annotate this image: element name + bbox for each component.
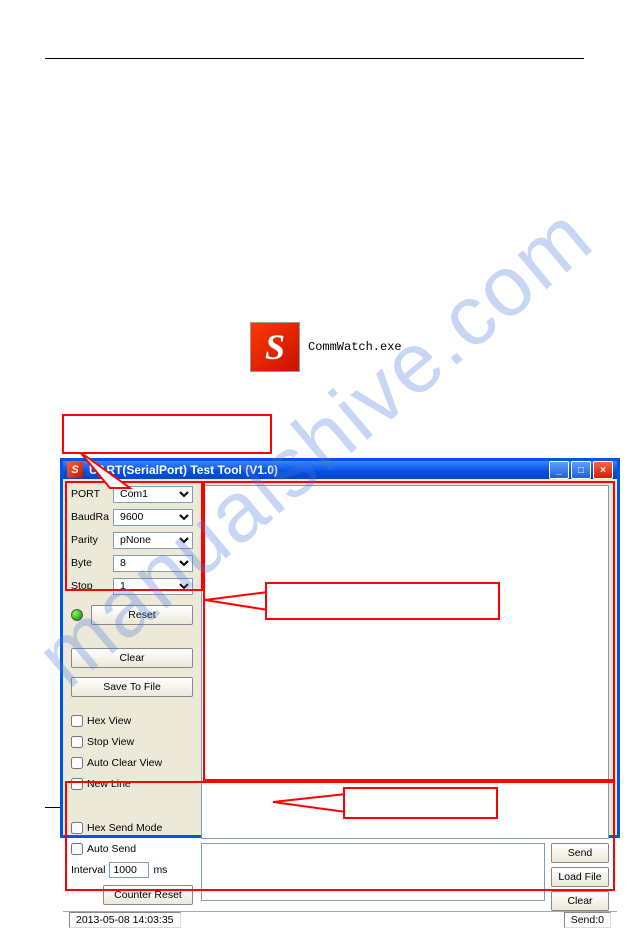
stop-view-check[interactable]: Stop View [71,734,193,750]
byte-label: Byte [71,557,113,569]
auto-clear-checkbox[interactable] [71,757,83,769]
output-textarea[interactable] [201,485,609,839]
auto-clear-label: Auto Clear View [87,757,162,769]
interval-label: Interval [71,864,105,876]
counter-reset-button[interactable]: Counter Reset [103,885,193,905]
new-line-checkbox[interactable] [71,778,83,790]
stop-row: Stop 1 [71,577,193,595]
auto-send-label: Auto Send [87,843,136,855]
stop-view-label: Stop View [87,736,134,748]
byte-row: Byte 8 [71,554,193,572]
load-file-button[interactable]: Load File [551,867,609,887]
main-panel: Send Load File Clear [201,479,617,911]
minimize-button[interactable]: _ [549,461,569,479]
parity-row: Parity pNone [71,531,193,549]
stop-select[interactable]: 1 [113,578,193,595]
exe-filename: CommWatch.exe [308,340,402,354]
hex-view-checkbox[interactable] [71,715,83,727]
auto-send-check[interactable]: Auto Send [71,841,193,857]
side-buttons: Send Load File Clear [551,843,609,911]
statusbar: 2013-05-08 14:03:35 Send:0 [63,911,617,928]
titlebar[interactable]: S UART(SerialPort) Test Tool (V1.0) _ □ … [63,461,617,479]
status-row: Reset [71,605,193,625]
interval-row: Interval ms [71,862,193,878]
hex-view-check[interactable]: Hex View [71,713,193,729]
baud-select[interactable]: 9600 [113,509,193,526]
hex-view-label: Hex View [87,715,131,727]
new-line-label: New Line [87,778,131,790]
commwatch-exe-icon[interactable]: S [250,322,300,372]
callout-box-1 [62,414,272,454]
port-label: PORT [71,488,113,500]
clear-input-button[interactable]: Clear [551,891,609,911]
hex-send-checkbox[interactable] [71,822,83,834]
window-body: PORT Com1 BaudRa 9600 Parity pNone Byte … [63,479,617,911]
interval-input[interactable] [109,862,149,878]
stop-label: Stop [71,580,113,592]
callout-box-3 [343,787,498,819]
auto-send-checkbox[interactable] [71,843,83,855]
app-icon: S [67,462,83,478]
port-select[interactable]: Com1 [113,486,193,503]
reset-button[interactable]: Reset [91,605,193,625]
window-controls: _ □ × [549,461,613,479]
page-rule-top [45,58,584,59]
auto-clear-check[interactable]: Auto Clear View [71,755,193,771]
statusbar-datetime: 2013-05-08 14:03:35 [69,912,181,928]
baud-label: BaudRa [71,511,113,523]
uart-tool-window: S UART(SerialPort) Test Tool (V1.0) _ □ … [60,458,620,838]
close-button[interactable]: × [593,461,613,479]
hex-send-label: Hex Send Mode [87,822,162,834]
baud-row: BaudRa 9600 [71,508,193,526]
byte-select[interactable]: 8 [113,555,193,572]
statusbar-send-count: Send:0 [564,912,611,928]
status-led-icon [71,609,83,621]
interval-unit: ms [153,864,167,876]
input-row: Send Load File Clear [201,843,609,911]
maximize-button[interactable]: □ [571,461,591,479]
window-title: UART(SerialPort) Test Tool (V1.0) [89,463,543,477]
callout-box-2 [265,582,500,620]
input-textarea[interactable] [201,843,545,901]
exe-file-block: S CommWatch.exe [250,322,402,372]
save-to-file-button[interactable]: Save To File [71,677,193,697]
hex-send-check[interactable]: Hex Send Mode [71,820,193,836]
send-button[interactable]: Send [551,843,609,863]
stop-view-checkbox[interactable] [71,736,83,748]
parity-select[interactable]: pNone [113,532,193,549]
parity-label: Parity [71,534,113,546]
clear-button[interactable]: Clear [71,648,193,668]
port-row: PORT Com1 [71,485,193,503]
new-line-check[interactable]: New Line [71,776,193,792]
left-panel: PORT Com1 BaudRa 9600 Parity pNone Byte … [63,479,201,911]
